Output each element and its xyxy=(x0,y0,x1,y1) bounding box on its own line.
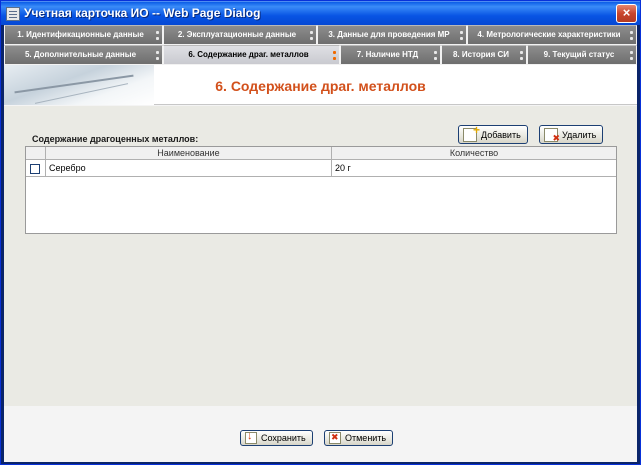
add-button-label: Добавить xyxy=(481,129,521,140)
tab-row-2: 5. Дополнительные данные 6. Содержание д… xyxy=(4,45,637,65)
tab-grip-icon xyxy=(310,30,313,41)
row-select-cell xyxy=(26,160,46,176)
tab-additional[interactable]: 5. Дополнительные данные xyxy=(4,45,163,65)
content-area: Содержание драгоценных металлов: Добавит… xyxy=(4,106,637,406)
tab-metrological[interactable]: 4. Метрологические характеристики xyxy=(467,25,637,45)
tab-ntd[interactable]: 7. Наличие НТД xyxy=(340,45,441,65)
cell-name: Серебро xyxy=(46,160,332,176)
tab-grip-icon xyxy=(630,30,633,41)
tab-grip-icon xyxy=(460,30,463,41)
tab-row-1: 1. Идентификационные данные 2. Эксплуата… xyxy=(4,25,637,45)
cancel-button-label: Отменить xyxy=(345,433,387,443)
tab-label: 1. Идентификационные данные xyxy=(17,30,144,39)
delete-icon xyxy=(544,127,560,144)
cancel-button[interactable]: Отменить xyxy=(324,430,394,446)
column-header-name[interactable]: Наименование xyxy=(46,147,332,159)
section-label: Содержание драгоценных металлов: xyxy=(32,134,199,144)
tab-grip-icon xyxy=(333,50,336,61)
tab-precious-metals[interactable]: 6. Содержание драг. металлов xyxy=(163,45,340,65)
tab-label: 3. Данные для проведения МР xyxy=(328,30,450,39)
window-title: Учетная карточка ИО -- Web Page Dialog xyxy=(24,6,261,20)
tab-label: 5. Дополнительные данные xyxy=(24,50,137,59)
row-checkbox[interactable] xyxy=(30,164,40,174)
tab-operational[interactable]: 2. Эксплуатационные данные xyxy=(163,25,317,45)
dialog-window: Учетная карточка ИО -- Web Page Dialog ×… xyxy=(0,0,641,465)
page-header: 6. Содержание драг. металлов xyxy=(4,65,637,105)
add-button[interactable]: Добавить xyxy=(458,123,528,144)
dialog-client: 1. Идентификационные данные 2. Эксплуата… xyxy=(4,25,637,462)
tab-grip-icon xyxy=(156,30,159,41)
close-button[interactable]: × xyxy=(616,4,637,23)
save-icon xyxy=(245,430,257,444)
tab-grip-icon xyxy=(630,50,633,61)
cancel-icon xyxy=(329,432,341,444)
tab-identification[interactable]: 1. Идентификационные данные xyxy=(4,25,163,45)
save-button-label: Сохранить xyxy=(261,433,306,443)
metals-table: Наименование Количество Серебро 20 г xyxy=(25,146,617,234)
header-select-cell xyxy=(26,147,46,159)
tab-status[interactable]: 9. Текущий статус xyxy=(527,45,637,65)
tab-grip-icon xyxy=(156,50,159,61)
tab-label: 6. Содержание драг. металлов xyxy=(188,50,309,59)
delete-button-label: Удалить xyxy=(562,129,597,140)
save-button[interactable]: Сохранить xyxy=(240,430,313,446)
tab-label: 4. Метрологические характеристики xyxy=(477,30,621,39)
tab-grip-icon xyxy=(434,50,437,61)
add-icon xyxy=(463,123,480,142)
delete-button[interactable]: Удалить xyxy=(539,125,604,144)
tab-label: 9. Текущий статус xyxy=(543,50,615,59)
page-title: 6. Содержание драг. металлов xyxy=(215,78,426,94)
dialog-footer: Сохранить Отменить xyxy=(4,406,637,462)
column-header-quantity[interactable]: Количество xyxy=(332,147,616,159)
tab-label: 7. Наличие НТД xyxy=(356,50,419,59)
table-header: Наименование Количество xyxy=(26,147,616,160)
title-bar[interactable]: Учетная карточка ИО -- Web Page Dialog × xyxy=(1,1,640,25)
cell-quantity: 20 г xyxy=(335,163,351,173)
tab-label: 2. Эксплуатационные данные xyxy=(177,30,297,39)
tab-grip-icon xyxy=(520,50,523,61)
window-icon xyxy=(6,7,20,21)
tab-label: 8. История СИ xyxy=(452,50,509,59)
tab-history[interactable]: 8. История СИ xyxy=(441,45,527,65)
table-row[interactable]: Серебро 20 г xyxy=(26,160,616,177)
tab-mr-data[interactable]: 3. Данные для проведения МР xyxy=(317,25,467,45)
